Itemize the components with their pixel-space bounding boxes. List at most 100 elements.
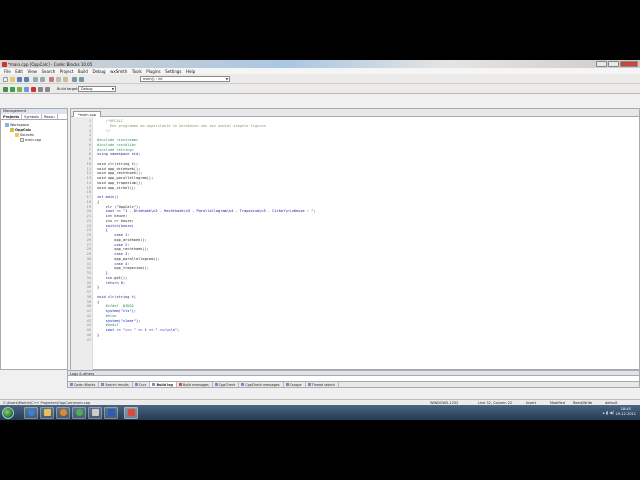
maximize-button[interactable] <box>608 60 619 67</box>
title-bar[interactable]: *main.cpp [OppCalc] - Code::Blocks 10.05 <box>0 60 640 68</box>
tree-folder-sources[interactable]: Sources <box>15 133 34 137</box>
menu-wxsmith[interactable]: wxSmith <box>110 69 127 74</box>
log-tab-label: Thread search <box>311 382 336 387</box>
build-target-label: Build target: <box>57 87 79 91</box>
taskbar-explorer[interactable] <box>40 406 54 419</box>
code-line: Een programma om oppervlakte te berekene… <box>97 123 266 128</box>
log-tab-build-log[interactable]: Build log <box>150 382 177 387</box>
tab-projects[interactable]: Projects <box>1 114 23 119</box>
menu-settings[interactable]: Settings <box>165 69 181 74</box>
taskbar-clock[interactable]: 18:45 29-12-2011 <box>616 407 636 417</box>
tab-symbols[interactable]: Symbols <box>22 114 42 119</box>
minimize-button[interactable] <box>596 60 607 67</box>
taskbar-app[interactable] <box>88 406 102 419</box>
code-line: using namespace std; <box>97 152 141 157</box>
code-line: } <box>97 285 100 290</box>
redo-icon[interactable] <box>40 76 45 82</box>
scope-combo-value: main() : int <box>143 77 163 81</box>
log-tab-codeblocks[interactable]: Code::Blocks <box>68 382 100 387</box>
log-tab-build-messages[interactable]: Build messages <box>177 382 213 387</box>
code-line: void opp_cirkel(); <box>97 185 136 190</box>
code-editor: *main.cpp 1 2 3 4 5 6 7 8 9 10 11 12 13 14 15 16 17 18 19 2… <box>70 108 640 371</box>
code-line: */ <box>97 128 110 133</box>
find-icon[interactable] <box>72 76 77 82</box>
rebuild-icon[interactable] <box>24 86 29 92</box>
code-line: cout << "=== " << t << " ===\n\n"; <box>97 328 180 332</box>
tab-resources[interactable]: Resou <box>42 114 58 119</box>
line-number-gutter: 1 2 3 4 5 6 7 8 9 10 11 12 13 14 15 16 17 18 19 20 21 22 23 24 2… <box>71 117 93 371</box>
video-letterbox-bottom <box>0 420 640 480</box>
menu-plugins[interactable]: Plugins <box>146 69 160 74</box>
menu-debug[interactable]: Debug <box>92 69 105 74</box>
paste-icon[interactable] <box>63 76 68 82</box>
menu-file[interactable]: File <box>4 69 11 74</box>
tree-workspace-label: Workspace <box>10 123 30 127</box>
build-target-combo[interactable]: Debug ▼ <box>78 86 116 92</box>
codeblocks-app-icon <box>2 61 7 67</box>
run-icon[interactable] <box>10 86 15 92</box>
cut-icon[interactable] <box>49 76 54 82</box>
main-toolbar: main() : int ▼ <box>0 74 640 84</box>
workspace-icon <box>5 123 9 127</box>
folder-icon <box>43 409 51 416</box>
log-tab-cccc[interactable]: Cccc <box>133 382 151 387</box>
scope-combo[interactable]: main() : int ▼ <box>140 76 230 82</box>
logs-tabs: Code::Blocks Search results Cccc Build l… <box>67 381 640 388</box>
file-icon <box>20 138 24 142</box>
internet-explorer-icon <box>27 409 35 416</box>
system-tray[interactable]: ▴ ▮ ◀) <box>603 410 614 415</box>
tree-project[interactable]: OppCalc <box>10 128 31 132</box>
video-letterbox-top <box>0 0 640 60</box>
window-controls <box>596 60 638 67</box>
code-line: int main() <box>97 195 119 199</box>
tree-project-label: OppCalc <box>15 128 32 132</box>
clock-date: 29-12-2011 <box>615 412 636 416</box>
taskbar-ie[interactable] <box>24 406 38 419</box>
menu-edit[interactable]: Edit <box>15 69 23 74</box>
save-all-icon[interactable] <box>24 76 29 82</box>
log-tab-label: Code::Blocks <box>74 382 96 387</box>
copy-icon[interactable] <box>56 76 61 82</box>
build-icon[interactable] <box>3 86 8 92</box>
log-tab-cppcheck[interactable]: CppCheck <box>213 382 240 387</box>
menu-tools[interactable]: Tools <box>132 69 142 74</box>
close-button[interactable] <box>620 60 638 67</box>
taskbar-chrome[interactable] <box>72 406 86 419</box>
log-icon <box>214 383 218 386</box>
save-icon[interactable] <box>17 76 22 82</box>
step-icon[interactable] <box>45 86 50 92</box>
windows-taskbar: ▴ ▮ ◀) 18:45 29-12-2011 <box>0 405 640 420</box>
build-icon <box>152 383 156 386</box>
start-button[interactable] <box>2 406 14 419</box>
log-icon <box>241 383 245 386</box>
debug-icon[interactable] <box>38 86 43 92</box>
log-tab-search-results[interactable]: Search results <box>99 382 133 387</box>
menu-search[interactable]: Search <box>41 69 55 74</box>
log-tab-cppcheck-messages[interactable]: CppCheck messages <box>239 382 284 387</box>
abort-icon[interactable] <box>31 86 36 92</box>
replace-icon[interactable] <box>79 76 84 82</box>
tree-workspace[interactable]: Workspace <box>5 123 29 127</box>
code-area[interactable]: /*OPCALC Een programma om oppervlakte te… <box>93 117 640 371</box>
taskbar-codeblocks[interactable] <box>124 406 138 419</box>
taskbar-word[interactable] <box>104 406 118 419</box>
undo-icon[interactable] <box>33 76 38 82</box>
media-player-icon <box>59 409 67 416</box>
new-file-icon[interactable] <box>3 76 8 82</box>
build-target-value: Debug <box>81 87 93 91</box>
tree-file-main[interactable]: main.cpp <box>20 138 41 142</box>
open-folder-icon[interactable] <box>10 76 15 82</box>
menu-view[interactable]: View <box>27 69 37 74</box>
menu-project[interactable]: Project <box>60 69 74 74</box>
search-icon <box>307 383 311 386</box>
log-tab-cscope[interactable]: Cscope <box>284 382 306 387</box>
menu-help[interactable]: Help <box>186 69 195 74</box>
build-and-run-icon[interactable] <box>17 86 22 92</box>
menu-build[interactable]: Build <box>78 69 88 74</box>
taskbar-media-player[interactable] <box>56 406 70 419</box>
log-tab-thread-search[interactable]: Thread search <box>306 382 340 387</box>
codeblocks-window: *main.cpp [OppCalc] - Code::Blocks 10.05… <box>0 60 640 420</box>
log-icon <box>70 383 73 386</box>
code-line: } <box>97 332 100 337</box>
log-tab-label: Build messages <box>182 382 209 387</box>
